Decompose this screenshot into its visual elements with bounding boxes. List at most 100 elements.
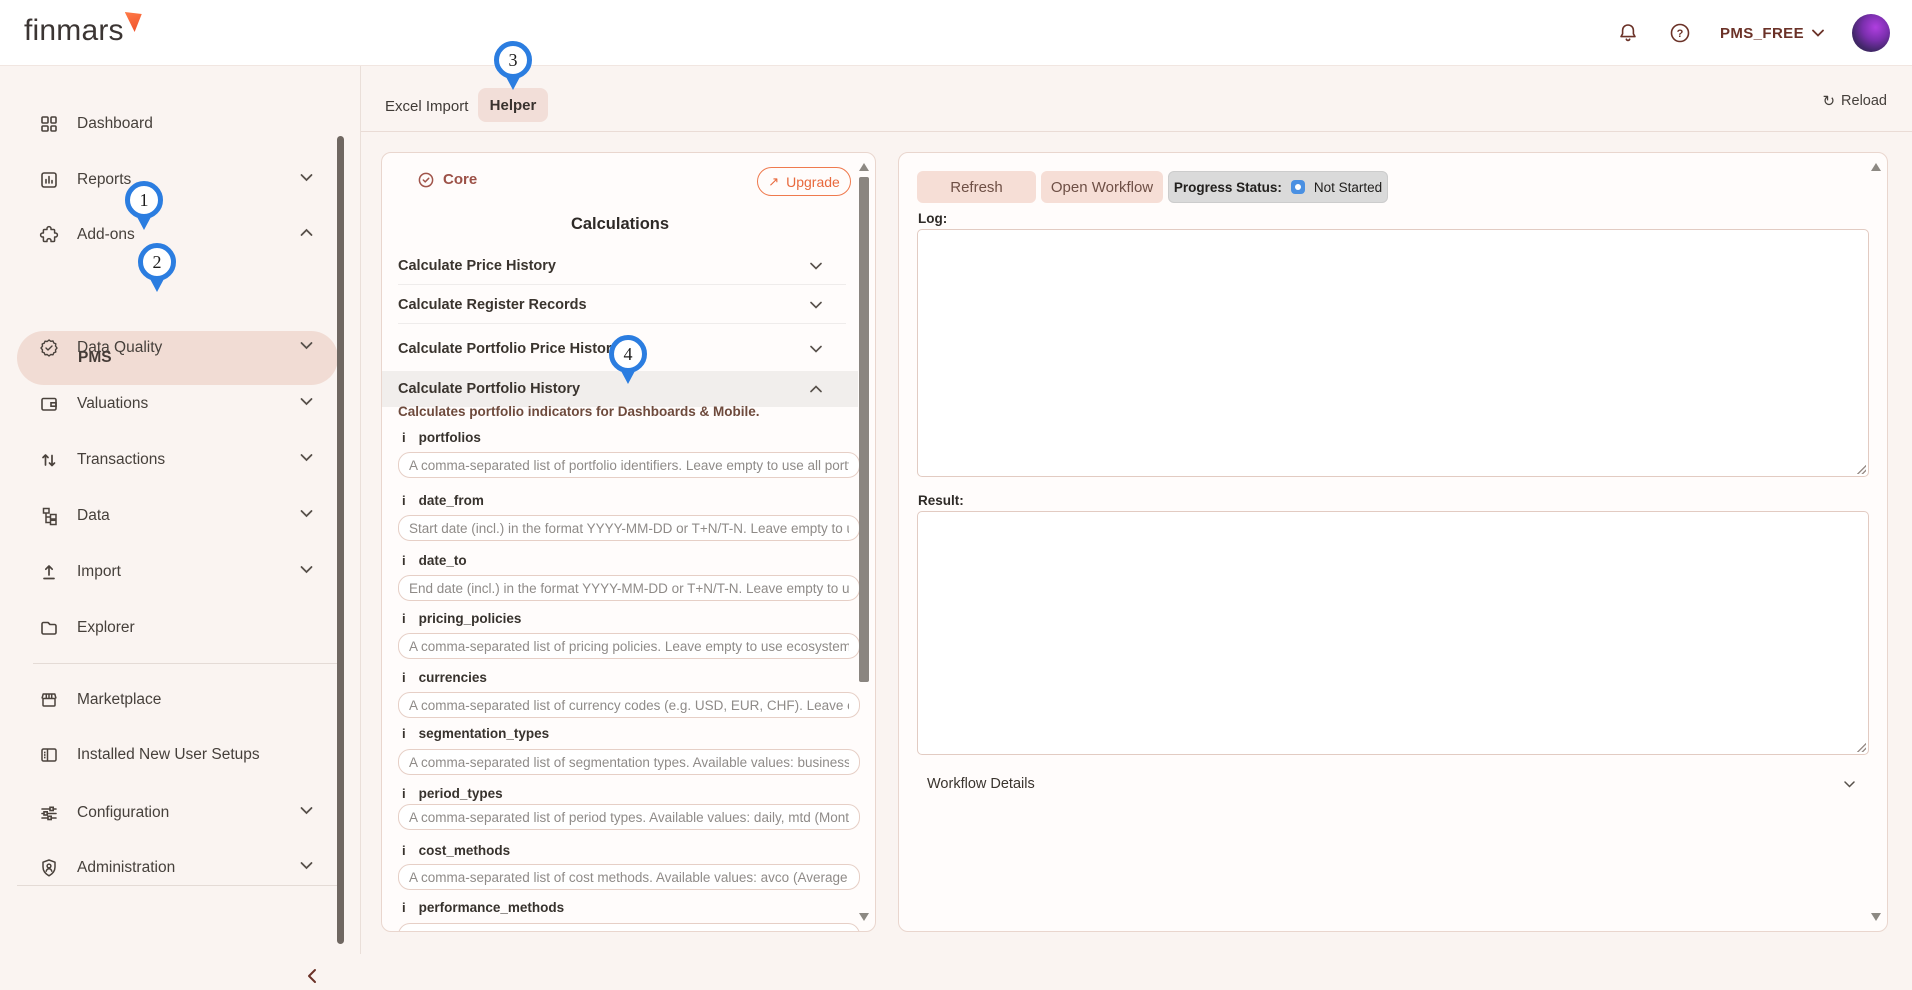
calculations-panel: Core ↗ Upgrade Calculations Calculate Pr… [381,152,876,932]
help-icon[interactable]: ? [1668,21,1692,45]
input-segmentation-types[interactable] [398,749,860,775]
valuations-wallet-icon [38,393,60,415]
progress-status-button[interactable]: Progress Status: Not Started [1168,171,1388,203]
workspace-label: PMS_FREE [1720,25,1804,42]
workflow-panel: Refresh Open Workflow Progress Status: N… [898,152,1888,932]
field-label-portfolios: i portfolios [402,430,481,445]
module-core: Core [418,171,477,188]
input-date-from[interactable] [398,515,860,541]
administration-shield-icon [38,857,60,879]
panel-scrollbar[interactable] [857,159,871,925]
sidebar-divider [33,663,343,664]
sidebar-item-reports[interactable]: Reports [0,165,345,195]
transactions-arrows-icon [38,449,60,471]
chevron-up-icon [300,228,313,237]
chevron-down-icon [300,173,313,182]
workflow-details-toggle[interactable]: Workflow Details [917,765,1869,803]
info-icon[interactable]: i [402,611,406,626]
dashboard-icon [38,113,60,135]
explorer-folder-icon [38,617,60,639]
sidebar-item-marketplace[interactable]: Marketplace [0,685,345,715]
chevron-down-icon [810,345,822,353]
user-avatar[interactable] [1852,14,1890,52]
chevron-down-icon [300,861,313,870]
chevron-down-icon [1844,781,1855,788]
open-workflow-button[interactable]: Open Workflow [1041,171,1163,203]
resize-grip-icon[interactable] [1856,464,1866,474]
sidebar-item-administration[interactable]: Administration [0,853,345,883]
tab-helper-active[interactable]: Helper [478,88,548,122]
arrow-up-right-icon: ↗ [768,174,779,190]
installed-setups-icon [38,744,60,766]
panel-scrollbar[interactable] [1869,159,1883,925]
scrollbar-thumb[interactable] [859,177,869,682]
reports-icon [38,169,60,191]
finmars-logo[interactable]: finmars [24,14,142,48]
result-label: Result: [918,493,964,508]
field-label-segmentation-types: i segmentation_types [402,726,549,741]
sidebar-nav: Dashboard Reports Add-ons [0,66,345,954]
info-icon[interactable]: i [402,430,406,445]
status-not-started-icon [1291,180,1305,194]
sidebar-item-data[interactable]: Data [0,501,345,531]
sidebar-divider [17,885,343,886]
chevron-down-icon [810,301,822,309]
chevron-down-icon [1812,29,1824,37]
sidebar-collapse-button[interactable] [298,962,326,990]
field-label-cost-methods: i cost_methods [402,843,510,858]
scroll-up-icon[interactable] [1871,163,1881,171]
input-pricing-policies[interactable] [398,633,860,659]
section-divider [398,284,846,285]
section-calculate-price-history[interactable]: Calculate Price History [382,249,858,283]
sidebar-item-data-quality[interactable]: Data Quality [0,333,345,363]
refresh-button[interactable]: Refresh [917,171,1036,203]
sidebar-item-configuration[interactable]: Configuration [0,798,345,828]
configuration-sliders-icon [38,802,60,824]
marketplace-store-icon [38,689,60,711]
input-portfolios[interactable] [398,452,860,478]
tab-excel-import[interactable]: Excel Import [385,90,468,122]
info-icon[interactable]: i [402,843,406,858]
annotation-marker-4: 4 [609,335,647,373]
scroll-down-icon[interactable] [1871,913,1881,921]
info-icon[interactable]: i [402,493,406,508]
sidebar-item-installed-new-user-setups[interactable]: Installed New User Setups [0,740,345,770]
scroll-down-icon[interactable] [859,913,869,921]
input-cost-methods[interactable] [398,864,860,890]
input-currencies[interactable] [398,692,860,718]
upgrade-button[interactable]: ↗ Upgrade [757,167,851,196]
info-icon[interactable]: i [402,900,406,915]
log-textarea[interactable] [917,229,1869,477]
scroll-up-icon[interactable] [859,163,869,171]
sidebar-item-explorer[interactable]: Explorer [0,613,345,643]
reload-button[interactable]: ↻ Reload [1822,92,1887,110]
header-actions: ? PMS_FREE [1616,0,1890,66]
sidebar-scrollbar-thumb[interactable] [337,136,344,944]
chevron-down-icon [300,341,313,350]
sidebar-item-transactions[interactable]: Transactions [0,445,345,475]
info-icon[interactable]: i [402,670,406,685]
info-icon[interactable]: i [402,553,406,568]
input-performance-methods[interactable] [398,923,860,932]
resize-grip-icon[interactable] [1856,742,1866,752]
section-calculate-register-records[interactable]: Calculate Register Records [382,288,858,322]
chevron-down-icon [300,806,313,815]
annotation-marker-3: 3 [494,41,532,79]
info-icon[interactable]: i [402,786,406,801]
sidebar-item-dashboard[interactable]: Dashboard [0,109,345,139]
finmars-logo-flag-icon [125,12,142,32]
input-period-types[interactable] [398,804,860,830]
annotation-marker-2: 2 [138,243,176,281]
import-upload-icon [38,561,60,583]
notifications-bell-icon[interactable] [1616,21,1640,45]
sidebar-item-import[interactable]: Import [0,557,345,587]
core-check-circle-icon [418,172,434,188]
data-hierarchy-icon [38,505,60,527]
sidebar-item-valuations[interactable]: Valuations [0,389,345,419]
result-textarea[interactable] [917,511,1869,755]
field-label-performance-methods: i performance_methods [402,900,564,915]
info-icon[interactable]: i [402,726,406,741]
workspace-switcher[interactable]: PMS_FREE [1720,25,1824,42]
section-divider [398,323,846,324]
input-date-to[interactable] [398,575,860,601]
